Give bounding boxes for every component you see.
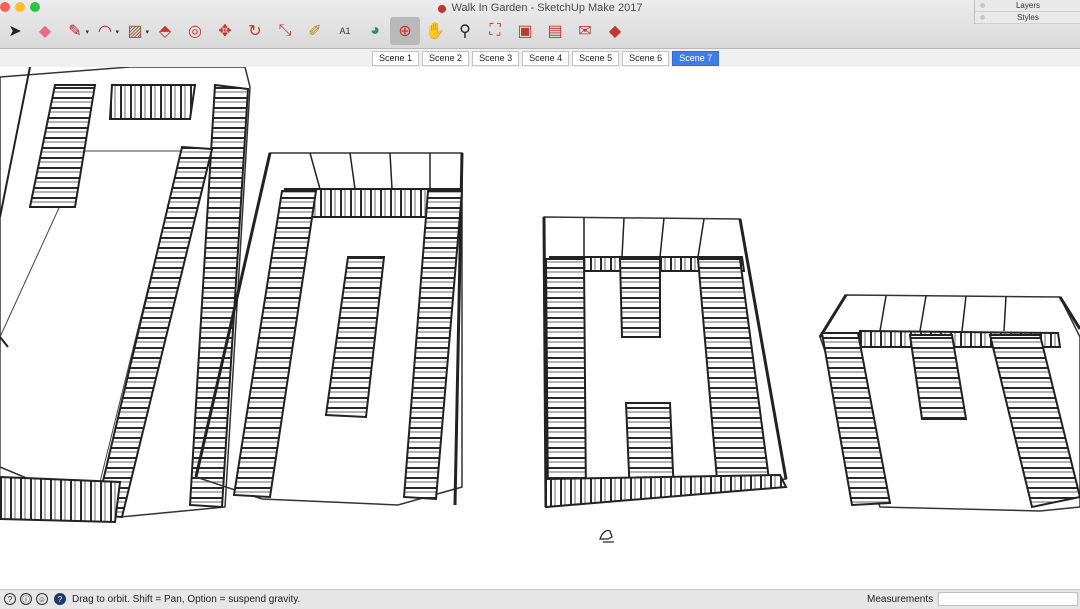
orbit-cursor-icon [599, 529, 614, 543]
main-toolbar: ➤ ◆ ✎ ▾ ◠ ▾ ▨ ▾ ⬘ ◎ ✥ ↻ ⤡ ✐ A1 ◕ ⊕ ✋ ⚲ ⛶ ▣ ▤ ✉ ◆ [0, 17, 630, 45]
window-title-text: Walk In Garden - SketchUp Make 2017 [451, 2, 643, 14]
offset-tool-button[interactable]: ◎ [180, 17, 210, 45]
garden-model-drawing [0, 67, 1080, 543]
dropdown-caret-icon[interactable]: ▾ [85, 28, 89, 36]
scene-tabs-bar: Scene 1 Scene 2 Scene 3 Scene 4 Scene 5 Scene… [0, 49, 1080, 68]
tray-styles-panel[interactable]: Styles [975, 12, 1080, 24]
extension-warehouse-button[interactable]: ▤ [540, 17, 570, 45]
document-icon: ⬤ [437, 4, 447, 13]
tape-measure-tool-button[interactable]: ✐ [300, 17, 330, 45]
scene-tab-7[interactable]: Scene 7 [672, 51, 720, 66]
zoom-tool-button[interactable]: ⚲ [450, 17, 480, 45]
orbit-tool-button[interactable]: ⊕ [390, 17, 420, 45]
scene-tab-2[interactable]: Scene 2 [422, 51, 470, 66]
eraser-tool-button[interactable]: ◆ [30, 17, 60, 45]
rectangle-shape-tool-icon: ▨ [127, 23, 143, 40]
send-to-layout-icon: ✉ [578, 23, 592, 40]
3d-warehouse-icon: ▣ [517, 23, 533, 40]
push-pull-tool-button[interactable]: ⬘ [150, 17, 180, 45]
user-account-icon[interactable]: ☺ [36, 593, 48, 605]
zoom-extents-tool-button[interactable]: ⛶ [480, 17, 510, 45]
select-tool-button[interactable]: ➤ [0, 17, 30, 45]
scene-tab-5[interactable]: Scene 5 [572, 51, 620, 66]
window-titlebar: ⬤ Walk In Garden - SketchUp Make 2017 ➤ ◆ ✎… [0, 0, 1080, 49]
text-tool-button[interactable]: A1 [330, 17, 360, 45]
move-tool-icon: ✥ [218, 23, 232, 40]
expand-dot-icon [980, 3, 985, 8]
pan-tool-button[interactable]: ✋ [420, 17, 450, 45]
rectangle-shape-tool-button[interactable]: ▨ ▾ [120, 17, 150, 45]
instructor-help-icon[interactable]: ? [54, 593, 66, 605]
zoom-extents-tool-icon: ⛶ [489, 22, 501, 39]
offset-tool-icon: ◎ [188, 23, 202, 40]
pan-tool-icon: ✋ [425, 23, 445, 40]
move-tool-button[interactable]: ✥ [210, 17, 240, 45]
status-bar: ? ⓘ ☺ ? Drag to orbit. Shift = Pan, Opti… [0, 589, 1080, 609]
extension-manager-button[interactable]: ◆ [600, 17, 630, 45]
status-message: Drag to orbit. Shift = Pan, Option = sus… [72, 594, 301, 605]
scene-tab-6[interactable]: Scene 6 [622, 51, 670, 66]
extension-warehouse-icon: ▤ [547, 23, 563, 40]
push-pull-tool-icon: ⬘ [158, 23, 172, 40]
window-title: ⬤ Walk In Garden - SketchUp Make 2017 [0, 2, 1080, 14]
dropdown-caret-icon[interactable]: ▾ [115, 28, 119, 36]
tray-layers-panel[interactable]: Layers [975, 0, 1080, 12]
pencil-line-tool-icon: ✎ [68, 23, 82, 40]
measurements-label: Measurements [867, 594, 934, 605]
garden-bed-model-1 [0, 67, 251, 524]
credits-info-icon[interactable]: ⓘ [20, 593, 32, 605]
measurements-input[interactable] [938, 592, 1078, 606]
scale-tool-icon: ⤡ [278, 22, 292, 39]
scene-tabs: Scene 1 Scene 2 Scene 3 Scene 4 Scene 5 Scene… [372, 51, 720, 66]
scene-tab-1[interactable]: Scene 1 [372, 51, 420, 66]
arc-tool-button[interactable]: ◠ ▾ [90, 17, 120, 45]
paint-bucket-tool-button[interactable]: ◕ [360, 17, 390, 45]
rotate-tool-icon: ↻ [248, 23, 262, 40]
expand-dot-icon [980, 15, 985, 20]
styles-label: Styles [1017, 13, 1039, 22]
eraser-tool-icon: ◆ [38, 23, 52, 40]
geo-location-icon[interactable]: ? [4, 593, 16, 605]
scene-tab-4[interactable]: Scene 4 [522, 51, 570, 66]
dropdown-caret-icon[interactable]: ▾ [145, 28, 149, 36]
zoom-tool-icon: ⚲ [459, 23, 471, 40]
arc-tool-icon: ◠ [98, 23, 112, 40]
layers-label: Layers [1015, 1, 1040, 10]
paint-bucket-tool-icon: ◕ [370, 22, 380, 39]
scene-tab-3[interactable]: Scene 3 [472, 51, 520, 66]
modeling-viewport[interactable] [0, 67, 1080, 588]
select-tool-icon: ➤ [8, 23, 22, 40]
default-tray: Layers Styles [974, 0, 1080, 24]
scale-tool-button[interactable]: ⤡ [270, 17, 300, 45]
orbit-tool-icon: ⊕ [398, 23, 412, 40]
rotate-tool-button[interactable]: ↻ [240, 17, 270, 45]
text-tool-icon: A1 [339, 26, 351, 36]
garden-bed-model-3 [542, 216, 788, 509]
garden-bed-model-4 [818, 294, 1080, 512]
tape-measure-tool-icon: ✐ [308, 23, 322, 40]
extension-manager-icon: ◆ [608, 23, 622, 40]
pencil-line-tool-button[interactable]: ✎ ▾ [60, 17, 90, 45]
send-to-layout-button[interactable]: ✉ [570, 17, 600, 45]
3d-warehouse-button[interactable]: ▣ [510, 17, 540, 45]
